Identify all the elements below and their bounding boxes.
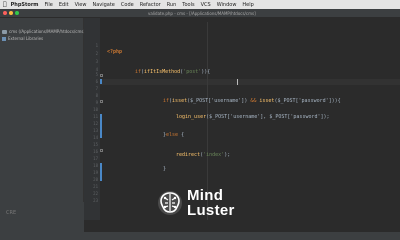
line-number: 9: [95, 100, 98, 105]
line-number: 19: [93, 170, 98, 175]
line-number: 3: [95, 59, 98, 64]
line-number: 20: [93, 177, 98, 182]
zoom-window-button[interactable]: [15, 11, 19, 15]
line-number: 5: [95, 72, 98, 77]
code-punct-brace-open: {: [178, 132, 185, 138]
line-number: 21: [93, 184, 98, 189]
project-tree-item-external-libraries[interactable]: External Libraries: [2, 36, 43, 41]
line-number: 17: [93, 156, 98, 161]
code-line-close-brace: }: [163, 166, 167, 172]
code-punct-brace-open: )){: [331, 98, 341, 104]
line-number: 23: [93, 198, 98, 203]
library-icon: [2, 36, 6, 41]
text-cursor: [237, 79, 238, 85]
menu-code[interactable]: Code: [121, 2, 134, 8]
code-function: isset: [172, 98, 188, 104]
menu-edit[interactable]: Edit: [59, 2, 69, 8]
code-punct-end: );: [224, 152, 231, 158]
watermark-text: Mind Luster: [187, 188, 235, 218]
line-number: 7: [95, 86, 98, 91]
code-line-php-open: <?php: [107, 49, 123, 55]
current-line-highlight: [100, 79, 400, 85]
line-number: 22: [93, 191, 98, 196]
menu-refactor[interactable]: Refactor: [140, 2, 161, 8]
change-marker[interactable]: [100, 163, 102, 181]
code-variable: $_POST['password']: [277, 98, 332, 104]
line-number: 13: [93, 128, 98, 133]
code-string: 'index': [203, 152, 225, 158]
change-marker[interactable]: [100, 79, 102, 84]
close-window-button[interactable]: [3, 11, 7, 15]
code-function: ifItIsMethod: [144, 69, 181, 75]
menu-help[interactable]: Help: [242, 2, 253, 8]
code-function: login_user: [176, 114, 207, 120]
code-variable: $_POST['username']: [190, 98, 245, 104]
line-number: 16: [93, 149, 98, 154]
status-bar: [0, 232, 400, 240]
fold-marker-icon[interactable]: [100, 149, 103, 152]
code-line-else: }else {: [163, 132, 184, 138]
code-function: isset: [259, 98, 275, 104]
menu-window[interactable]: Window: [217, 2, 237, 8]
menu-bar:  PhpStorm File Edit View Navigate Code …: [0, 0, 400, 9]
menu-vcs[interactable]: VCS: [201, 2, 211, 8]
line-number: 10: [93, 107, 98, 112]
watermark-line2: Luster: [187, 202, 235, 219]
line-number-gutter: 1 2 3 4 5 6 7 8 9 10 11 12 13 14 15 16 1…: [84, 18, 100, 220]
code-arguments: ($_POST['username'], $_POST['password'])…: [206, 114, 330, 120]
line-number: 12: [93, 121, 98, 126]
code-keyword: else: [166, 132, 179, 138]
line-number: 1: [95, 43, 98, 48]
brain-icon: [158, 191, 182, 215]
menu-file[interactable]: File: [45, 2, 53, 8]
line-number: 18: [93, 163, 98, 168]
project-tree-label: cms (/Applications/MAMP/htdocs/cms): [9, 29, 85, 34]
fold-marker-icon[interactable]: [100, 100, 103, 103]
code-line-login: login_user($_POST['username'], $_POST['p…: [176, 114, 330, 120]
menu-navigate[interactable]: Navigate: [92, 2, 114, 8]
line-number: 6: [95, 79, 98, 84]
watermark-logo: Mind Luster: [157, 186, 247, 226]
code-punct-brace-open: )){: [201, 69, 211, 75]
minimize-window-button[interactable]: [9, 11, 13, 15]
code-line-redirect: redirect('index');: [176, 152, 230, 158]
project-panel: cms (/Applications/MAMP/htdocs/cms) Exte…: [0, 18, 85, 220]
project-tree-item-cms[interactable]: cms (/Applications/MAMP/htdocs/cms): [2, 29, 85, 34]
bottom-panel-label: CRE: [6, 210, 17, 216]
window-title-bar: validate.php - cms - [/Applications/MAMP…: [0, 9, 400, 18]
menu-view[interactable]: View: [75, 2, 87, 8]
code-function: redirect: [176, 152, 201, 158]
line-number: 2: [95, 51, 98, 56]
watermark-line1: Mind: [187, 187, 224, 204]
apple-icon[interactable]: : [3, 1, 7, 8]
code-line-inner-if: if(isset($_POST['username']) && isset($_…: [163, 98, 341, 104]
project-tree-label: External Libraries: [8, 36, 44, 41]
window-controls: [3, 11, 19, 15]
line-number: 11: [93, 114, 98, 119]
line-number: 14: [93, 135, 98, 140]
window-title: validate.php - cms - [/Applications/MAMP…: [148, 11, 256, 16]
line-number: 8: [95, 93, 98, 98]
change-marker[interactable]: [100, 114, 102, 138]
menu-tools[interactable]: Tools: [182, 2, 194, 8]
code-string: 'post': [183, 69, 202, 75]
menu-run[interactable]: Run: [167, 2, 177, 8]
folder-icon: [2, 29, 7, 34]
fold-marker-icon[interactable]: [100, 74, 103, 77]
line-number: 15: [93, 142, 98, 147]
code-line-if: if(ifItIsMethod('post')){: [135, 69, 210, 75]
menu-app-name[interactable]: PhpStorm: [11, 2, 39, 8]
